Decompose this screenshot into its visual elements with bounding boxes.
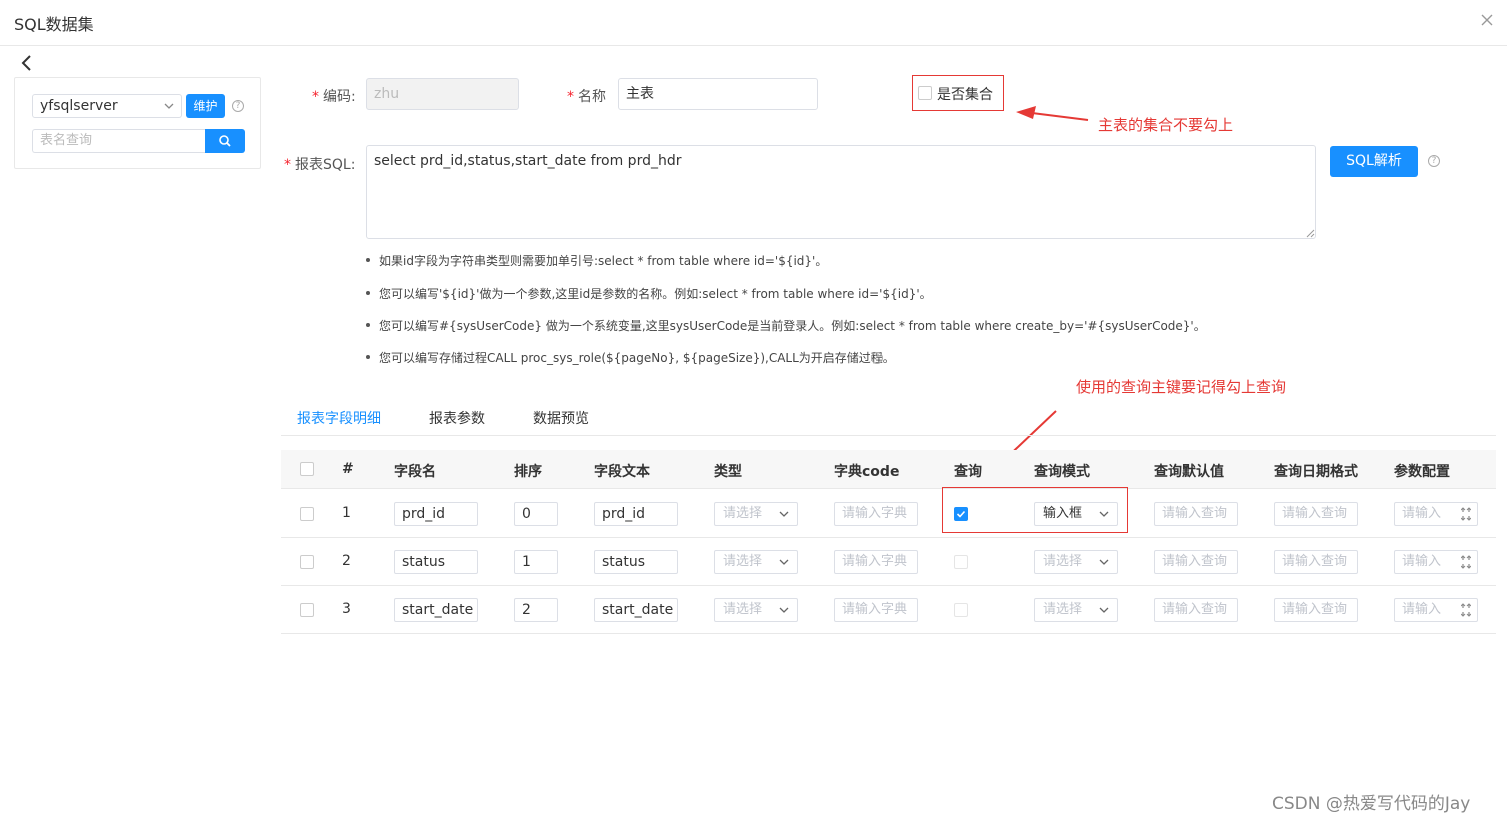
dict-code-input[interactable]: 请输入字典 [834, 502, 918, 526]
date-format-input[interactable]: 请输入查询 [1274, 550, 1358, 574]
type-select[interactable]: 请选择 [714, 502, 798, 526]
header-query: 查询 [954, 464, 982, 480]
query-checkbox[interactable] [954, 603, 968, 617]
chevron-down-icon [779, 603, 789, 617]
sql-parse-button[interactable]: SQL解析 [1330, 146, 1418, 177]
dict-code-input[interactable]: 请输入字典 [834, 598, 918, 622]
resize-handle-icon[interactable] [1305, 228, 1315, 238]
collection-annotation: 主表的集合不要勾上 [1098, 116, 1234, 134]
annotation-arrow-icon [1016, 106, 1089, 121]
date-format-input[interactable]: 请输入查询 [1274, 598, 1358, 622]
is-collection-checkbox[interactable] [918, 86, 932, 100]
close-icon[interactable] [1479, 12, 1495, 28]
datasource-panel: yfsqlserver 维护 ? 表名查询 [14, 77, 261, 169]
is-collection-label: 是否集合 [937, 87, 993, 103]
table-row: 1 prd_id 0 prd_id 请选择 请输入字典 输入框 请输入查询 请输… [281, 490, 1496, 538]
tip-item: 如果id字段为字符串类型则需要加单引号:select * from table … [366, 252, 827, 269]
dialog-title: SQL数据集 [14, 15, 94, 34]
table-row: 2 status 1 status 请选择 请输入字典 请选择 请输入查询 请输… [281, 538, 1496, 586]
help-icon[interactable]: ? [871, 352, 883, 364]
datasource-value: yfsqlserver [40, 98, 118, 114]
param-config-input[interactable]: 请输入 [1394, 598, 1478, 622]
chevron-down-icon [779, 507, 789, 521]
type-select[interactable]: 请选择 [714, 550, 798, 574]
header-field-text: 字段文本 [594, 464, 650, 480]
query-mode-select[interactable]: 请选择 [1034, 598, 1118, 622]
chevron-down-icon [1099, 555, 1109, 569]
field-text-input[interactable]: start_date [594, 598, 678, 622]
header-order: 排序 [514, 464, 542, 480]
field-text-input[interactable]: status [594, 550, 678, 574]
tip-item: 您可以编写#{sysUserCode} 做为一个系统变量,这里sysUserCo… [366, 317, 1206, 334]
chevron-down-icon [779, 555, 789, 569]
header-param-config: 参数配置 [1394, 464, 1450, 480]
back-arrow-icon[interactable] [18, 53, 36, 73]
search-button[interactable] [205, 129, 245, 153]
dialog-header: SQL数据集 [0, 0, 1507, 46]
field-name-input[interactable]: start_date [394, 598, 478, 622]
help-icon[interactable]: ? [1428, 155, 1440, 167]
header-dict-code: 字典code [834, 464, 900, 480]
tip-item: 您可以编写存储过程CALL proc_sys_role(${pageNo}, $… [366, 349, 895, 366]
code-label: * 编码: [312, 89, 356, 105]
code-input: zhu [366, 78, 519, 110]
field-text-input[interactable]: prd_id [594, 502, 678, 526]
type-select[interactable]: 请选择 [714, 598, 798, 622]
watermark: CSDN @热爱写代码的Jay [1272, 794, 1471, 814]
tab-field-detail[interactable]: 报表字段明细 [297, 408, 381, 428]
order-input[interactable]: 2 [514, 598, 558, 622]
tip-item: 您可以编写'${id}'做为一个参数,这里id是参数的名称。例如:select … [366, 285, 932, 302]
stepper-icon [1460, 603, 1472, 617]
query-highlight-box [942, 487, 1128, 533]
row-index: 2 [342, 553, 351, 569]
header-field-name: 字段名 [394, 464, 436, 480]
query-default-input[interactable]: 请输入查询 [1154, 598, 1238, 622]
select-all-checkbox[interactable] [300, 462, 314, 476]
query-default-input[interactable]: 请输入查询 [1154, 502, 1238, 526]
header-date-format: 查询日期格式 [1274, 464, 1358, 480]
query-annotation: 使用的查询主键要记得勾上查询 [1076, 378, 1287, 396]
field-name-input[interactable]: status [394, 550, 478, 574]
param-config-input[interactable]: 请输入 [1394, 550, 1478, 574]
row-index: 3 [342, 601, 351, 617]
header-index: # [342, 461, 354, 477]
row-checkbox[interactable] [300, 603, 314, 617]
search-icon [219, 135, 231, 147]
sql-label: * 报表SQL: [284, 157, 356, 173]
order-input[interactable]: 1 [514, 550, 558, 574]
query-checkbox[interactable] [954, 555, 968, 569]
dict-code-input[interactable]: 请输入字典 [834, 550, 918, 574]
sql-textarea[interactable]: select prd_id,status,start_date from prd… [366, 145, 1316, 239]
name-label: * 名称 [567, 89, 606, 105]
tab-data-preview[interactable]: 数据预览 [533, 408, 589, 428]
row-checkbox[interactable] [300, 507, 314, 521]
detail-tabs: 报表字段明细 报表参数 数据预览 [281, 400, 1496, 436]
table-header: # 字段名 排序 字段文本 类型 字典code 查询 查询模式 查询默认值 查询… [281, 450, 1496, 489]
query-default-input[interactable]: 请输入查询 [1154, 550, 1238, 574]
datasource-select[interactable]: yfsqlserver [32, 94, 182, 118]
help-icon[interactable]: ? [232, 100, 244, 112]
chevron-down-icon [164, 98, 174, 112]
param-config-input[interactable]: 请输入 [1394, 502, 1478, 526]
header-query-mode: 查询模式 [1034, 464, 1090, 480]
order-input[interactable]: 0 [514, 502, 558, 526]
maintain-button[interactable]: 维护 [186, 94, 225, 118]
row-index: 1 [342, 505, 351, 521]
header-type: 类型 [714, 464, 742, 480]
header-query-default: 查询默认值 [1154, 464, 1224, 480]
tab-report-params[interactable]: 报表参数 [429, 408, 485, 428]
stepper-icon [1460, 555, 1472, 569]
date-format-input[interactable]: 请输入查询 [1274, 502, 1358, 526]
name-input[interactable]: 主表 [618, 78, 818, 110]
stepper-icon [1460, 507, 1472, 521]
row-checkbox[interactable] [300, 555, 314, 569]
chevron-down-icon [1099, 603, 1109, 617]
query-mode-select[interactable]: 请选择 [1034, 550, 1118, 574]
field-name-input[interactable]: prd_id [394, 502, 478, 526]
table-search-input[interactable]: 表名查询 [32, 129, 206, 153]
table-row: 3 start_date 2 start_date 请选择 请输入字典 请选择 … [281, 586, 1496, 634]
